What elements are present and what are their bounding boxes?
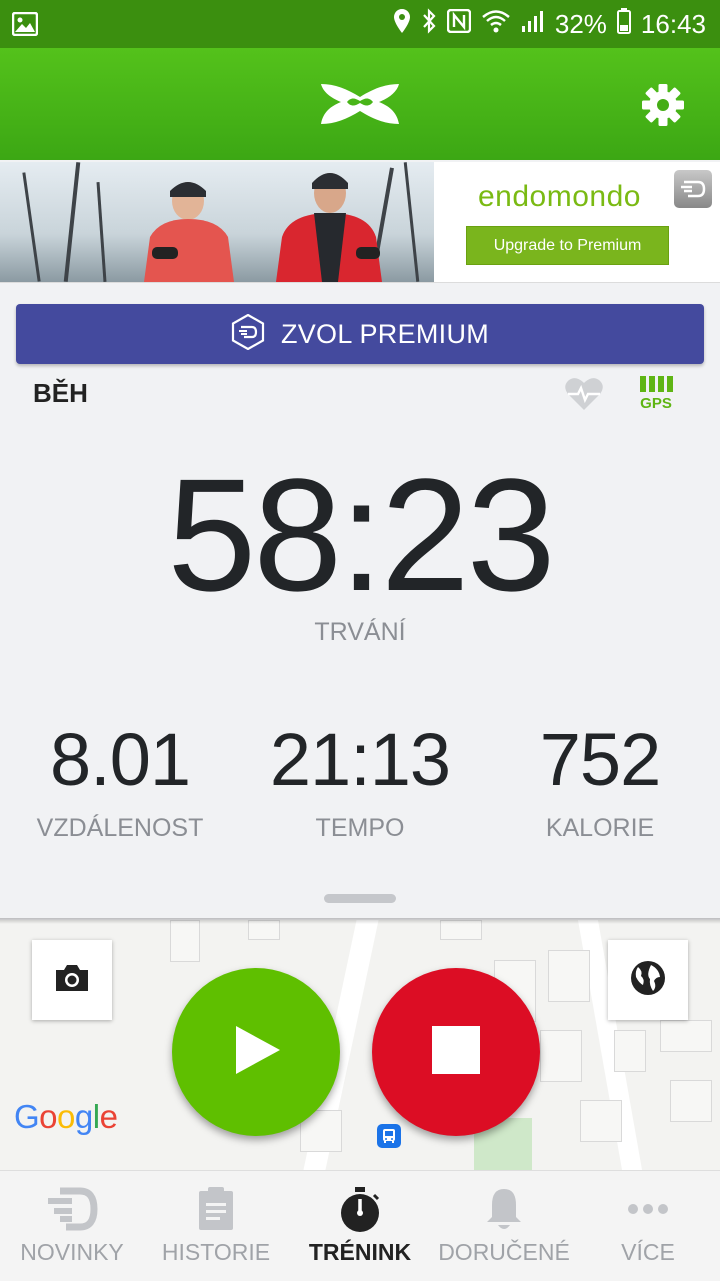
endomondo-app-icon [674,170,712,208]
nav-label: NOVINKY [20,1239,124,1265]
settings-gear-icon[interactable] [640,82,686,133]
resume-button[interactable] [172,968,340,1136]
bottom-navigation: NOVINKY HISTORIE TRÉNINK DORUČENÉ VÍCE [0,1170,720,1281]
google-logo-letter: o [39,1098,58,1135]
calories-metric[interactable]: 752 KALORIE [480,718,720,843]
history-icon [198,1187,234,1236]
stop-button[interactable] [372,968,540,1136]
play-icon [228,1022,284,1083]
map-type-button[interactable] [608,940,688,1020]
google-logo-letter: o [57,1098,75,1135]
google-logo-letter: g [74,1098,93,1135]
nav-item-feed[interactable]: NOVINKY [0,1171,144,1281]
gps-indicator: GPS [638,376,674,412]
app-header [0,48,720,160]
feed-icon [46,1187,98,1236]
duration-label: TRVÁNÍ [314,618,406,646]
nav-label: VÍCE [621,1239,675,1265]
distance-label: VZDÁLENOST [36,814,204,842]
nfc-icon [446,8,472,40]
gps-signal-icon [638,376,674,392]
wifi-icon [481,9,511,40]
bell-icon [485,1187,523,1236]
distance-metric[interactable]: 8.01 VZDÁLENOST [0,718,240,843]
nav-label: TRÉNINK [308,1239,412,1265]
more-icon [626,1187,670,1236]
camera-icon [53,963,91,998]
duration-value: 58:23 [167,445,555,624]
bus-stop-icon [377,1124,401,1148]
clock: 16:43 [640,8,706,39]
battery-icon [616,7,631,41]
nav-item-more[interactable]: VÍCE [576,1171,720,1281]
google-logo-letter: e [99,1098,118,1135]
nav-item-history[interactable]: HISTORIE [144,1171,288,1281]
google-logo-letter: l [92,1098,100,1135]
pace-label: TEMPO [315,814,405,842]
gps-label: GPS [640,395,672,412]
panel-drag-handle[interactable] [324,894,396,903]
nav-label: DORUČENÉ [438,1239,570,1265]
signal-icon [521,9,545,40]
stopwatch-icon [338,1187,382,1238]
distance-value: 8.01 [49,718,191,801]
heart-rate-icon[interactable] [564,376,604,417]
ad-photo [0,162,434,282]
endomondo-brand: endomondo [478,180,641,213]
calories-label: KALORIE [545,814,655,842]
under-armour-logo-icon [317,80,403,133]
stop-icon [432,1025,480,1079]
sport-type-selector[interactable]: BĚH [33,378,88,409]
nav-label: HISTORIE [161,1239,271,1265]
runner-woman-image [140,177,240,282]
nav-item-workout[interactable]: TRÉNINK [288,1171,432,1281]
google-logo: Google [14,1098,118,1136]
upgrade-premium-button[interactable]: Upgrade to Premium [466,226,669,265]
pace-metric[interactable]: 21:13 TEMPO [240,718,480,843]
ad-side: endomondo Upgrade to Premium [434,162,720,282]
pace-value: 21:13 [269,718,451,801]
nav-item-inbox[interactable]: DORUČENÉ [432,1171,576,1281]
bluetooth-icon [421,7,437,41]
google-logo-letter: G [14,1098,40,1135]
choose-premium-button[interactable]: ZVOL PREMIUM [16,304,704,364]
premium-badge-icon [231,313,265,355]
choose-premium-label: ZVOL PREMIUM [280,318,490,349]
calories-value: 752 [539,718,661,801]
camera-button[interactable] [32,940,112,1020]
runner-man-image [268,167,388,282]
gallery-icon [11,11,39,41]
globe-icon [629,959,667,1002]
battery-percent: 32% [554,8,607,39]
panel-shadow [0,918,720,924]
location-icon [393,8,411,41]
status-bar: 32% 16:43 [0,0,720,48]
ad-banner[interactable]: endomondo Upgrade to Premium [0,162,720,283]
